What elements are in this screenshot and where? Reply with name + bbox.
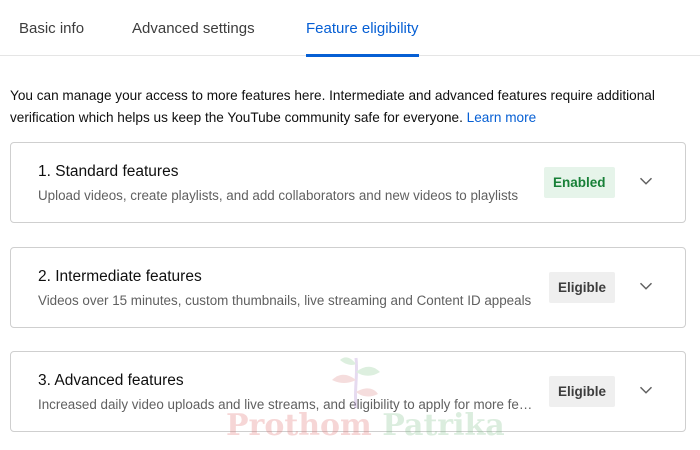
feature-description: Videos over 15 minutes, custom thumbnail…	[38, 293, 532, 308]
feature-title: 3. Advanced features	[38, 372, 184, 389]
feature-title: 2. Intermediate features	[38, 268, 202, 285]
chevron-down-icon[interactable]	[635, 275, 657, 297]
feature-card-standard[interactable]: 1. Standard features Upload videos, crea…	[10, 142, 686, 223]
feature-card-intermediate[interactable]: 2. Intermediate features Videos over 15 …	[10, 247, 686, 328]
tab-advanced-settings[interactable]: Advanced settings	[132, 0, 255, 56]
chevron-down-icon[interactable]	[635, 170, 657, 192]
status-badge-eligible: Eligible	[549, 272, 616, 303]
status-badge-eligible: Eligible	[549, 376, 616, 407]
intro-body: You can manage your access to more featu…	[10, 88, 655, 125]
tab-feature-eligibility[interactable]: Feature eligibility	[306, 0, 419, 57]
feature-description: Increased daily video uploads and live s…	[38, 397, 538, 412]
feature-title: 1. Standard features	[38, 163, 179, 180]
learn-more-link[interactable]: Learn more	[467, 110, 537, 125]
chevron-down-icon[interactable]	[635, 379, 657, 401]
feature-description: Upload videos, create playlists, and add…	[38, 188, 519, 203]
status-badge-enabled: Enabled	[544, 167, 615, 198]
tab-basic-info[interactable]: Basic info	[19, 0, 84, 56]
intro-text: You can manage your access to more featu…	[10, 85, 670, 128]
tab-bar: Basic info Advanced settings Feature eli…	[0, 0, 700, 57]
feature-card-advanced[interactable]: 3. Advanced features Increased daily vid…	[10, 351, 686, 432]
